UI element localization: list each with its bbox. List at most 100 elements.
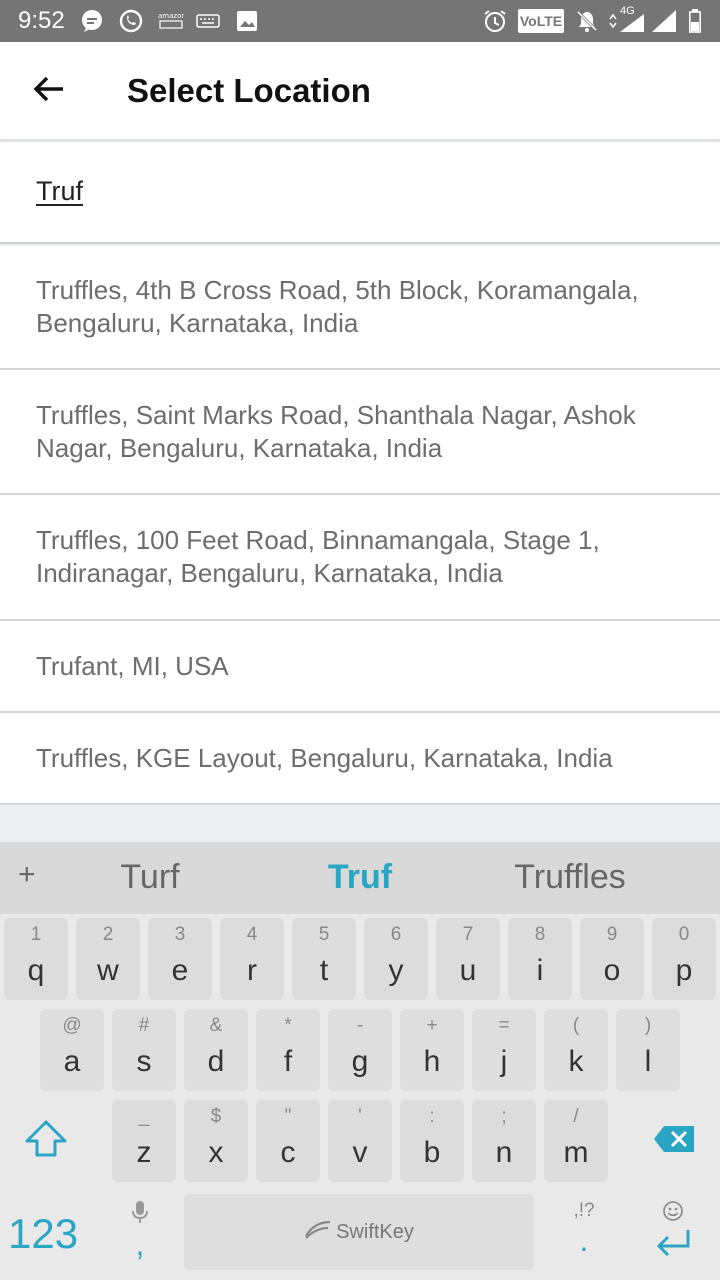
key-label: e: [171, 954, 189, 987]
emoji-icon: [662, 1200, 684, 1227]
key-label: y: [388, 954, 404, 987]
key-u[interactable]: 7u: [436, 918, 500, 1000]
key-label: h: [423, 1045, 441, 1078]
plus-icon[interactable]: +: [18, 858, 36, 892]
status-bar: 9:52 amazon VoLTE 4G: [0, 0, 720, 42]
suggestion-bar: + Turf Truf Truffles: [0, 842, 720, 914]
swiftkey-label: SwiftKey: [336, 1220, 414, 1243]
key-label: f: [283, 1045, 293, 1078]
key-label: c: [280, 1136, 296, 1169]
key-label: b: [423, 1136, 441, 1169]
key-label: i: [536, 954, 544, 987]
key-w[interactable]: 2w: [76, 918, 140, 1000]
volte-label: VoLTE: [519, 13, 563, 29]
key-hint: $: [210, 1106, 222, 1127]
key-y[interactable]: 6y: [364, 918, 428, 1000]
key-hint: 8: [534, 924, 546, 945]
period-key[interactable]: ,!? .: [552, 1194, 616, 1270]
key-v[interactable]: ' v: [328, 1100, 392, 1182]
key-label: z: [136, 1136, 152, 1169]
space-key[interactable]: SwiftKey: [184, 1194, 534, 1270]
key-f[interactable]: * f: [256, 1009, 320, 1091]
svg-text:amazon: amazon: [158, 12, 184, 20]
result-item[interactable]: Truffles, 4th B Cross Road, 5th Block, K…: [0, 246, 720, 370]
result-text: Truffles, KGE Layout, Bengaluru, Karnata…: [36, 742, 613, 773]
key-b[interactable]: :b: [400, 1100, 464, 1182]
key-hint: ): [644, 1015, 652, 1036]
key-q[interactable]: 1q: [4, 918, 68, 1000]
key-z[interactable]: _ z: [112, 1100, 176, 1182]
backspace-icon: [652, 1124, 696, 1159]
key-r[interactable]: 4r: [220, 918, 284, 1000]
key-e[interactable]: 3e: [148, 918, 212, 1000]
key-o[interactable]: 9o: [580, 918, 644, 1000]
key-hint: 1: [30, 924, 42, 945]
suggestion-1[interactable]: Turf: [60, 858, 240, 897]
key-s[interactable]: # s: [112, 1009, 176, 1091]
search-input[interactable]: Truf: [36, 176, 83, 207]
key-d[interactable]: & d: [184, 1009, 248, 1091]
key-label: n: [495, 1136, 513, 1169]
key-hint: 0: [678, 924, 690, 945]
result-item[interactable]: Truffles, Saint Marks Road, Shanthala Na…: [0, 370, 720, 495]
suggestion-2[interactable]: Truf: [270, 858, 450, 897]
key-label: s: [136, 1045, 152, 1078]
result-item[interactable]: Truffles, 100 Feet Road, Binnamangala, S…: [0, 495, 720, 621]
back-button[interactable]: [22, 68, 76, 114]
key-x[interactable]: $ x: [184, 1100, 248, 1182]
comma-label: ,: [135, 1226, 145, 1262]
page-title: Select Location: [127, 72, 371, 109]
comma-key[interactable]: ,: [112, 1190, 168, 1272]
key-hint: ": [284, 1106, 292, 1127]
results-list: Truffles, 4th B Cross Road, 5th Block, K…: [0, 246, 720, 805]
result-text: Truffles, 4th B Cross Road, 5th Block, K…: [36, 275, 639, 338]
result-item[interactable]: Truffles, KGE Layout, Bengaluru, Karnata…: [0, 713, 720, 805]
key-hint: -: [356, 1015, 364, 1036]
key-label: r: [247, 954, 257, 987]
key-hint: 7: [462, 924, 474, 945]
key-hint: 4: [246, 924, 258, 945]
key-label: v: [352, 1136, 368, 1169]
key-j[interactable]: = j: [472, 1009, 536, 1091]
result-text: Truffles, 100 Feet Road, Binnamangala, S…: [36, 525, 600, 588]
key-label: g: [351, 1045, 369, 1078]
key-i[interactable]: 8i: [508, 918, 572, 1000]
amazon-icon: amazon: [158, 9, 184, 33]
suggestion-3[interactable]: Truffles: [480, 858, 660, 897]
status-time: 9:52: [18, 7, 65, 34]
key-hint: 6: [390, 924, 402, 945]
result-item[interactable]: Trufant, MI, USA: [0, 621, 720, 713]
key-p[interactable]: 0p: [652, 918, 716, 1000]
period-label: .: [579, 1222, 589, 1258]
key-label: d: [207, 1045, 225, 1078]
punctuation-hint: ,!?: [573, 1200, 595, 1221]
enter-key[interactable]: [636, 1194, 712, 1270]
key-c[interactable]: " c: [256, 1100, 320, 1182]
key-label: j: [500, 1045, 508, 1078]
key-n[interactable]: ; n: [472, 1100, 536, 1182]
shift-key[interactable]: [8, 1100, 84, 1182]
keyboard: + Turf Truf Truffles 1q2w3e4r5t6y7u8i9o0…: [0, 842, 720, 1280]
data-icon: 4G: [608, 5, 646, 33]
key-hint: +: [426, 1015, 438, 1036]
key-hint: /: [573, 1106, 579, 1127]
result-text: Truffles, Saint Marks Road, Shanthala Na…: [36, 399, 636, 463]
key-a[interactable]: @ a: [40, 1009, 104, 1091]
key-hint: _: [138, 1106, 150, 1127]
key-m[interactable]: / m: [544, 1100, 608, 1182]
app-bar: Select Location: [0, 42, 720, 140]
key-g[interactable]: -g: [328, 1009, 392, 1091]
key-l[interactable]: ) l: [616, 1009, 680, 1091]
key-label: o: [603, 954, 621, 987]
key-k[interactable]: (k: [544, 1009, 608, 1091]
key-hint: ': [358, 1106, 362, 1127]
backspace-key[interactable]: [636, 1100, 712, 1182]
search-row: Truf: [0, 142, 720, 244]
numbers-key[interactable]: 123: [8, 1210, 78, 1258]
key-label: q: [27, 954, 45, 987]
key-label: t: [319, 954, 329, 987]
key-t[interactable]: 5t: [292, 918, 356, 1000]
image-icon: [236, 9, 258, 33]
swiftkey-logo-icon: [304, 1218, 332, 1246]
key-h[interactable]: + h: [400, 1009, 464, 1091]
